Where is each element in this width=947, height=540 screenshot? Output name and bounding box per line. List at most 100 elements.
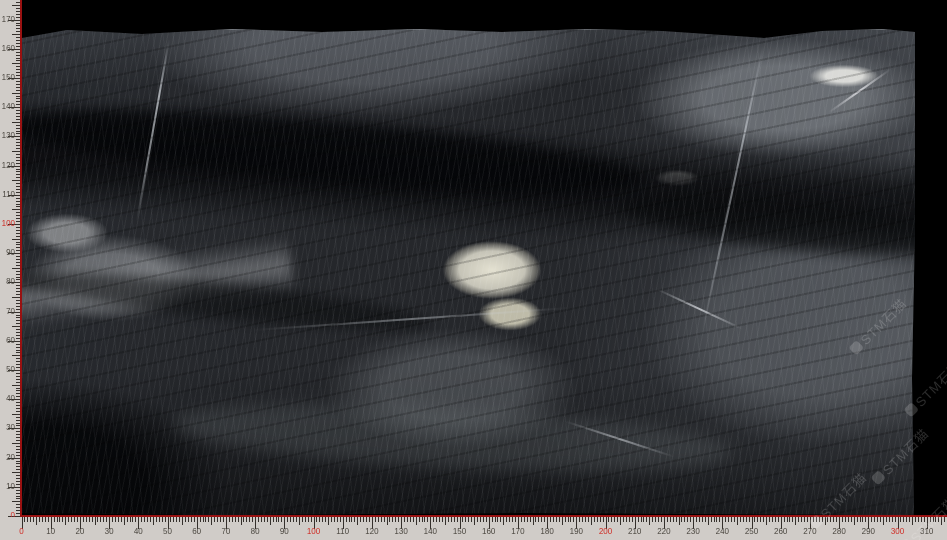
ruler-tick	[649, 517, 650, 525]
ruler-label: 90	[280, 528, 289, 536]
ruler-tick	[568, 517, 569, 522]
ruler-tick	[842, 517, 843, 522]
ruler-tick	[103, 517, 104, 522]
ruler-tick	[538, 517, 539, 522]
ruler-tick	[699, 517, 700, 522]
ruler-label: 220	[657, 528, 670, 536]
ruler-tick	[909, 517, 910, 522]
ruler-tick	[427, 517, 428, 522]
ruler-tick	[836, 517, 837, 522]
ruler-label: 70	[221, 528, 230, 536]
ruler-tick	[550, 517, 551, 522]
ruler-tick	[346, 517, 347, 522]
ruler-tick	[141, 517, 142, 522]
ruler-tick	[527, 517, 528, 522]
bottom-ruler: 0102030405060708090100110120130140150160…	[0, 517, 947, 540]
ruler-label: 170	[511, 528, 524, 536]
ruler-label: 300	[891, 528, 904, 536]
ruler-tick	[570, 517, 571, 522]
ruler-tick	[760, 517, 761, 522]
ruler-tick	[530, 517, 531, 522]
ruler-label: 310	[920, 528, 933, 536]
ruler-tick	[614, 517, 615, 522]
ruler-tick	[921, 517, 922, 522]
ruler-tick	[603, 517, 604, 522]
ruler-tick	[728, 517, 729, 522]
ruler-tick	[360, 517, 361, 522]
ruler-tick	[305, 517, 306, 522]
ruler-label: 70	[0, 308, 15, 316]
ruler-tick	[749, 517, 750, 522]
ruler-tick	[787, 517, 788, 522]
ruler-tick	[147, 517, 148, 522]
ruler-label: 120	[0, 162, 15, 170]
ruler-tick	[173, 517, 174, 522]
ruler-tick	[638, 517, 639, 522]
ruler-tick	[150, 517, 151, 522]
ruler-tick	[100, 517, 101, 522]
ruler-tick	[719, 517, 720, 522]
ruler-tick	[378, 517, 379, 522]
ruler-tick	[743, 517, 744, 522]
ruler-tick	[246, 517, 247, 522]
ruler-tick	[938, 517, 939, 522]
ruler-tick	[264, 517, 265, 522]
ruler-tick	[308, 517, 309, 522]
ruler-tick	[862, 517, 863, 522]
ruler-tick	[454, 517, 455, 522]
ruler-tick	[912, 517, 913, 525]
ruler-tick	[293, 517, 294, 522]
ruler-tick	[349, 517, 350, 522]
ruler-tick	[506, 517, 507, 522]
ruler-tick	[492, 517, 493, 522]
ruler-tick	[515, 517, 516, 522]
ruler-tick	[416, 517, 417, 525]
ruler-tick	[299, 517, 300, 525]
ruler-tick	[351, 517, 352, 522]
slab-photo	[22, 28, 915, 515]
ruler-tick	[579, 517, 580, 522]
ruler-tick	[600, 517, 601, 522]
ruler-tick	[711, 517, 712, 522]
ruler-tick	[325, 517, 326, 522]
ruler-tick	[162, 517, 163, 522]
ruler-tick	[387, 517, 388, 525]
ruler-tick	[652, 517, 653, 522]
ruler-tick	[363, 517, 364, 522]
ruler-tick	[784, 517, 785, 522]
ruler-label: 150	[453, 528, 466, 536]
ruler-tick	[97, 517, 98, 522]
ruler-tick	[620, 517, 621, 525]
ruler-label: 30	[0, 424, 15, 432]
ruler-tick	[833, 517, 834, 522]
ruler-tick	[457, 517, 458, 522]
ruler-tick	[874, 517, 875, 522]
ruler-tick	[562, 517, 563, 525]
ruler-tick	[641, 517, 642, 522]
ruler-tick	[705, 517, 706, 522]
ruler-tick	[252, 517, 253, 522]
ruler-tick	[626, 517, 627, 522]
ruler-tick	[156, 517, 157, 522]
ruler-tick	[535, 517, 536, 522]
ruler-tick	[24, 517, 25, 522]
ruler-tick	[130, 517, 131, 522]
ruler-tick	[848, 517, 849, 522]
ruler-tick	[121, 517, 122, 522]
ruler-tick	[865, 517, 866, 522]
ruler-tick	[392, 517, 393, 522]
ruler-tick	[497, 517, 498, 522]
ruler-tick	[381, 517, 382, 522]
ruler-tick	[854, 517, 855, 525]
ruler-tick	[716, 517, 717, 522]
ruler-label: 110	[0, 191, 15, 199]
ruler-tick	[316, 517, 317, 522]
ruler-tick	[757, 517, 758, 522]
ruler-label: 20	[75, 528, 84, 536]
ruler-tick	[398, 517, 399, 522]
ruler-tick	[462, 517, 463, 522]
ruler-label: 250	[745, 528, 758, 536]
ruler-label: 210	[628, 528, 641, 536]
ruler-tick	[33, 517, 34, 522]
ruler-tick	[775, 517, 776, 522]
